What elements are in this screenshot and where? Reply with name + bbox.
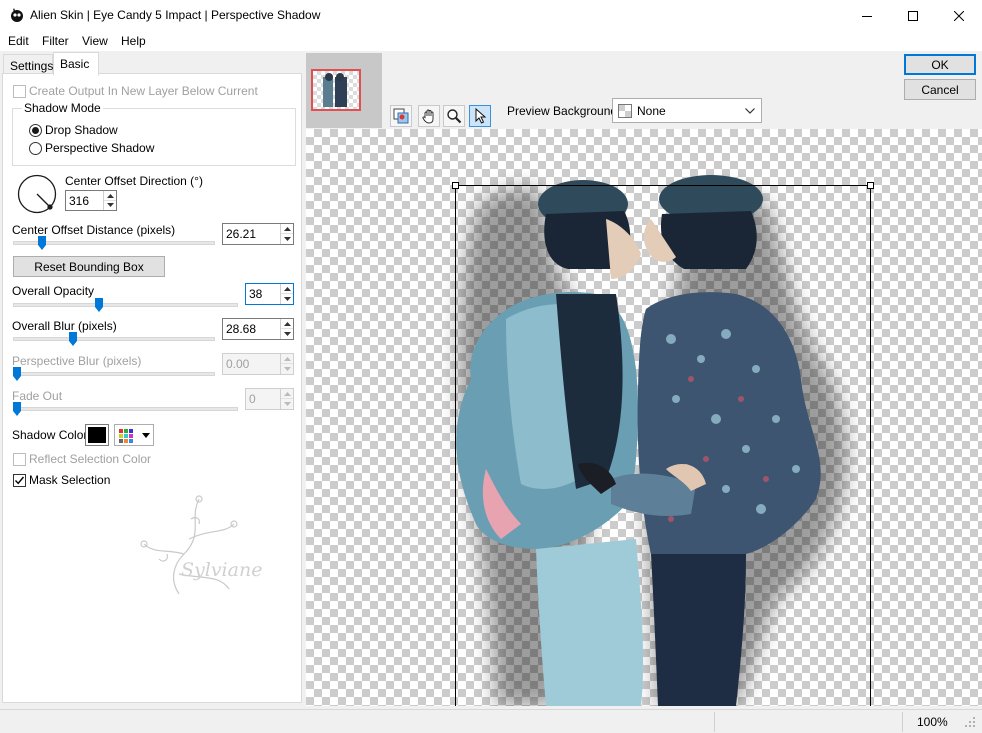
- navigator-thumbnail[interactable]: [306, 53, 382, 128]
- spin-up-icon[interactable]: [281, 389, 293, 399]
- create-output-label: Create Output In New Layer Below Current: [29, 84, 258, 98]
- hand-icon: [422, 109, 434, 124]
- spin-up-icon[interactable]: [281, 354, 293, 364]
- minimize-button[interactable]: [844, 0, 890, 31]
- perspective-shadow-label: Perspective Shadow: [45, 141, 155, 155]
- shadow-mode-title: Shadow Mode: [22, 101, 103, 115]
- center-offset-direction-label: Center Offset Direction (°): [65, 174, 203, 188]
- spin-down-icon[interactable]: [281, 364, 293, 374]
- zoom-level: 100%: [917, 715, 948, 729]
- perspective-blur-thumb[interactable]: [13, 367, 21, 381]
- maximize-icon: [908, 10, 918, 21]
- close-button[interactable]: [936, 0, 982, 31]
- zoom-tool-button[interactable]: [443, 105, 465, 127]
- fade-out-input[interactable]: 0: [245, 388, 294, 410]
- menu-edit[interactable]: Edit: [8, 34, 29, 48]
- perspective-blur-slider[interactable]: [13, 372, 215, 376]
- preview-toolbar: Preview Background: None: [306, 51, 982, 129]
- navigator-frame: [311, 69, 361, 111]
- palette-icon: [119, 429, 133, 443]
- shadow-color-swatch[interactable]: [85, 424, 109, 446]
- spin-up-icon[interactable]: [281, 319, 293, 329]
- overall-opacity-thumb[interactable]: [95, 298, 104, 312]
- preview-toggle-icon: [393, 108, 409, 124]
- fade-out-thumb[interactable]: [13, 402, 21, 416]
- overall-opacity-input[interactable]: 38: [245, 283, 294, 305]
- settings-panel: Settings Basic Create Output In New Laye…: [0, 51, 306, 706]
- direction-dial[interactable]: [17, 174, 57, 214]
- overall-opacity-slider[interactable]: [13, 303, 238, 307]
- center-offset-direction-input[interactable]: 316: [65, 190, 117, 211]
- dialog-buttons: OK Cancel: [896, 51, 982, 129]
- spin-up-icon[interactable]: [281, 224, 293, 234]
- spin-down-icon[interactable]: [281, 234, 293, 244]
- center-offset-distance-input[interactable]: 26.21: [222, 223, 294, 245]
- fade-out-label: Fade Out: [12, 389, 63, 403]
- bounding-box[interactable]: [455, 185, 871, 706]
- mask-selection-checkbox[interactable]: [13, 474, 26, 487]
- spin-up-icon[interactable]: [281, 284, 293, 294]
- resize-grip-icon[interactable]: [964, 716, 976, 728]
- shadow-color-label: Shadow Color: [12, 428, 88, 442]
- thumbnail-image: [323, 73, 347, 107]
- preview-toggle-button[interactable]: [390, 105, 412, 127]
- preview-background-select[interactable]: None: [612, 98, 762, 123]
- window-title: Alien Skin | Eye Candy 5 Impact | Perspe…: [30, 8, 321, 22]
- status-bar: 100%: [0, 709, 982, 733]
- fade-out-slider[interactable]: [13, 407, 238, 411]
- overall-opacity-label: Overall Opacity: [12, 284, 95, 298]
- overall-blur-slider[interactable]: [13, 337, 215, 341]
- watermark-text: Sylviane: [181, 559, 262, 581]
- spin-down-icon[interactable]: [281, 399, 293, 409]
- spin-down-icon[interactable]: [281, 329, 293, 339]
- center-offset-distance-label: Center Offset Distance (pixels): [12, 223, 176, 237]
- checkmark-icon: [14, 476, 25, 485]
- menu-bar: Edit Filter View Help: [0, 31, 982, 51]
- perspective-shadow-radio[interactable]: [29, 142, 42, 155]
- perspective-blur-input[interactable]: 0.00: [222, 353, 294, 375]
- menu-help[interactable]: Help: [121, 34, 146, 48]
- ok-button[interactable]: OK: [904, 54, 976, 75]
- basic-tab-page: Create Output In New Layer Below Current…: [2, 73, 302, 703]
- sylviane-watermark: Sylviane: [140, 495, 262, 595]
- pointer-icon: [475, 108, 487, 124]
- overall-blur-input[interactable]: 28.68: [222, 318, 294, 340]
- app-icon: [11, 8, 23, 22]
- preview-canvas[interactable]: [306, 129, 982, 706]
- cancel-button[interactable]: Cancel: [904, 79, 976, 100]
- overall-blur-thumb[interactable]: [69, 332, 78, 346]
- color-palette-button[interactable]: [114, 424, 154, 446]
- maximize-button[interactable]: [890, 0, 936, 31]
- bounding-box-handle[interactable]: [452, 182, 459, 189]
- center-offset-distance-thumb[interactable]: [38, 236, 47, 250]
- close-icon: [954, 10, 964, 21]
- hand-tool-button[interactable]: [418, 105, 440, 127]
- chevron-down-icon: [142, 433, 150, 438]
- mask-selection-label: Mask Selection: [29, 473, 111, 487]
- magnifier-icon: [447, 109, 462, 124]
- pointer-tool-button[interactable]: [469, 105, 491, 127]
- drop-shadow-label: Drop Shadow: [45, 123, 118, 137]
- reset-bounding-box-button[interactable]: Reset Bounding Box: [13, 256, 165, 277]
- menu-view[interactable]: View: [82, 34, 108, 48]
- tab-basic[interactable]: Basic: [53, 52, 99, 76]
- drop-shadow-radio[interactable]: [29, 124, 42, 137]
- minimize-icon: [862, 15, 872, 17]
- spin-down-icon[interactable]: [104, 200, 116, 210]
- reflect-selection-color-checkbox[interactable]: [13, 453, 26, 466]
- background-swatch-icon: [618, 104, 632, 118]
- overall-blur-label: Overall Blur (pixels): [12, 319, 117, 333]
- bounding-box-handle[interactable]: [867, 182, 874, 189]
- title-bar: Alien Skin | Eye Candy 5 Impact | Perspe…: [0, 0, 982, 31]
- preview-background-value: None: [637, 104, 666, 118]
- shadow-mode-group: [12, 108, 296, 166]
- spin-down-icon[interactable]: [281, 294, 293, 304]
- menu-filter[interactable]: Filter: [42, 34, 69, 48]
- preview-background-label: Preview Background:: [507, 104, 621, 118]
- create-output-checkbox[interactable]: [13, 85, 26, 98]
- reflect-selection-color-label: Reflect Selection Color: [29, 452, 152, 466]
- chevron-down-icon: [745, 108, 755, 114]
- perspective-blur-label: Perspective Blur (pixels): [12, 354, 142, 368]
